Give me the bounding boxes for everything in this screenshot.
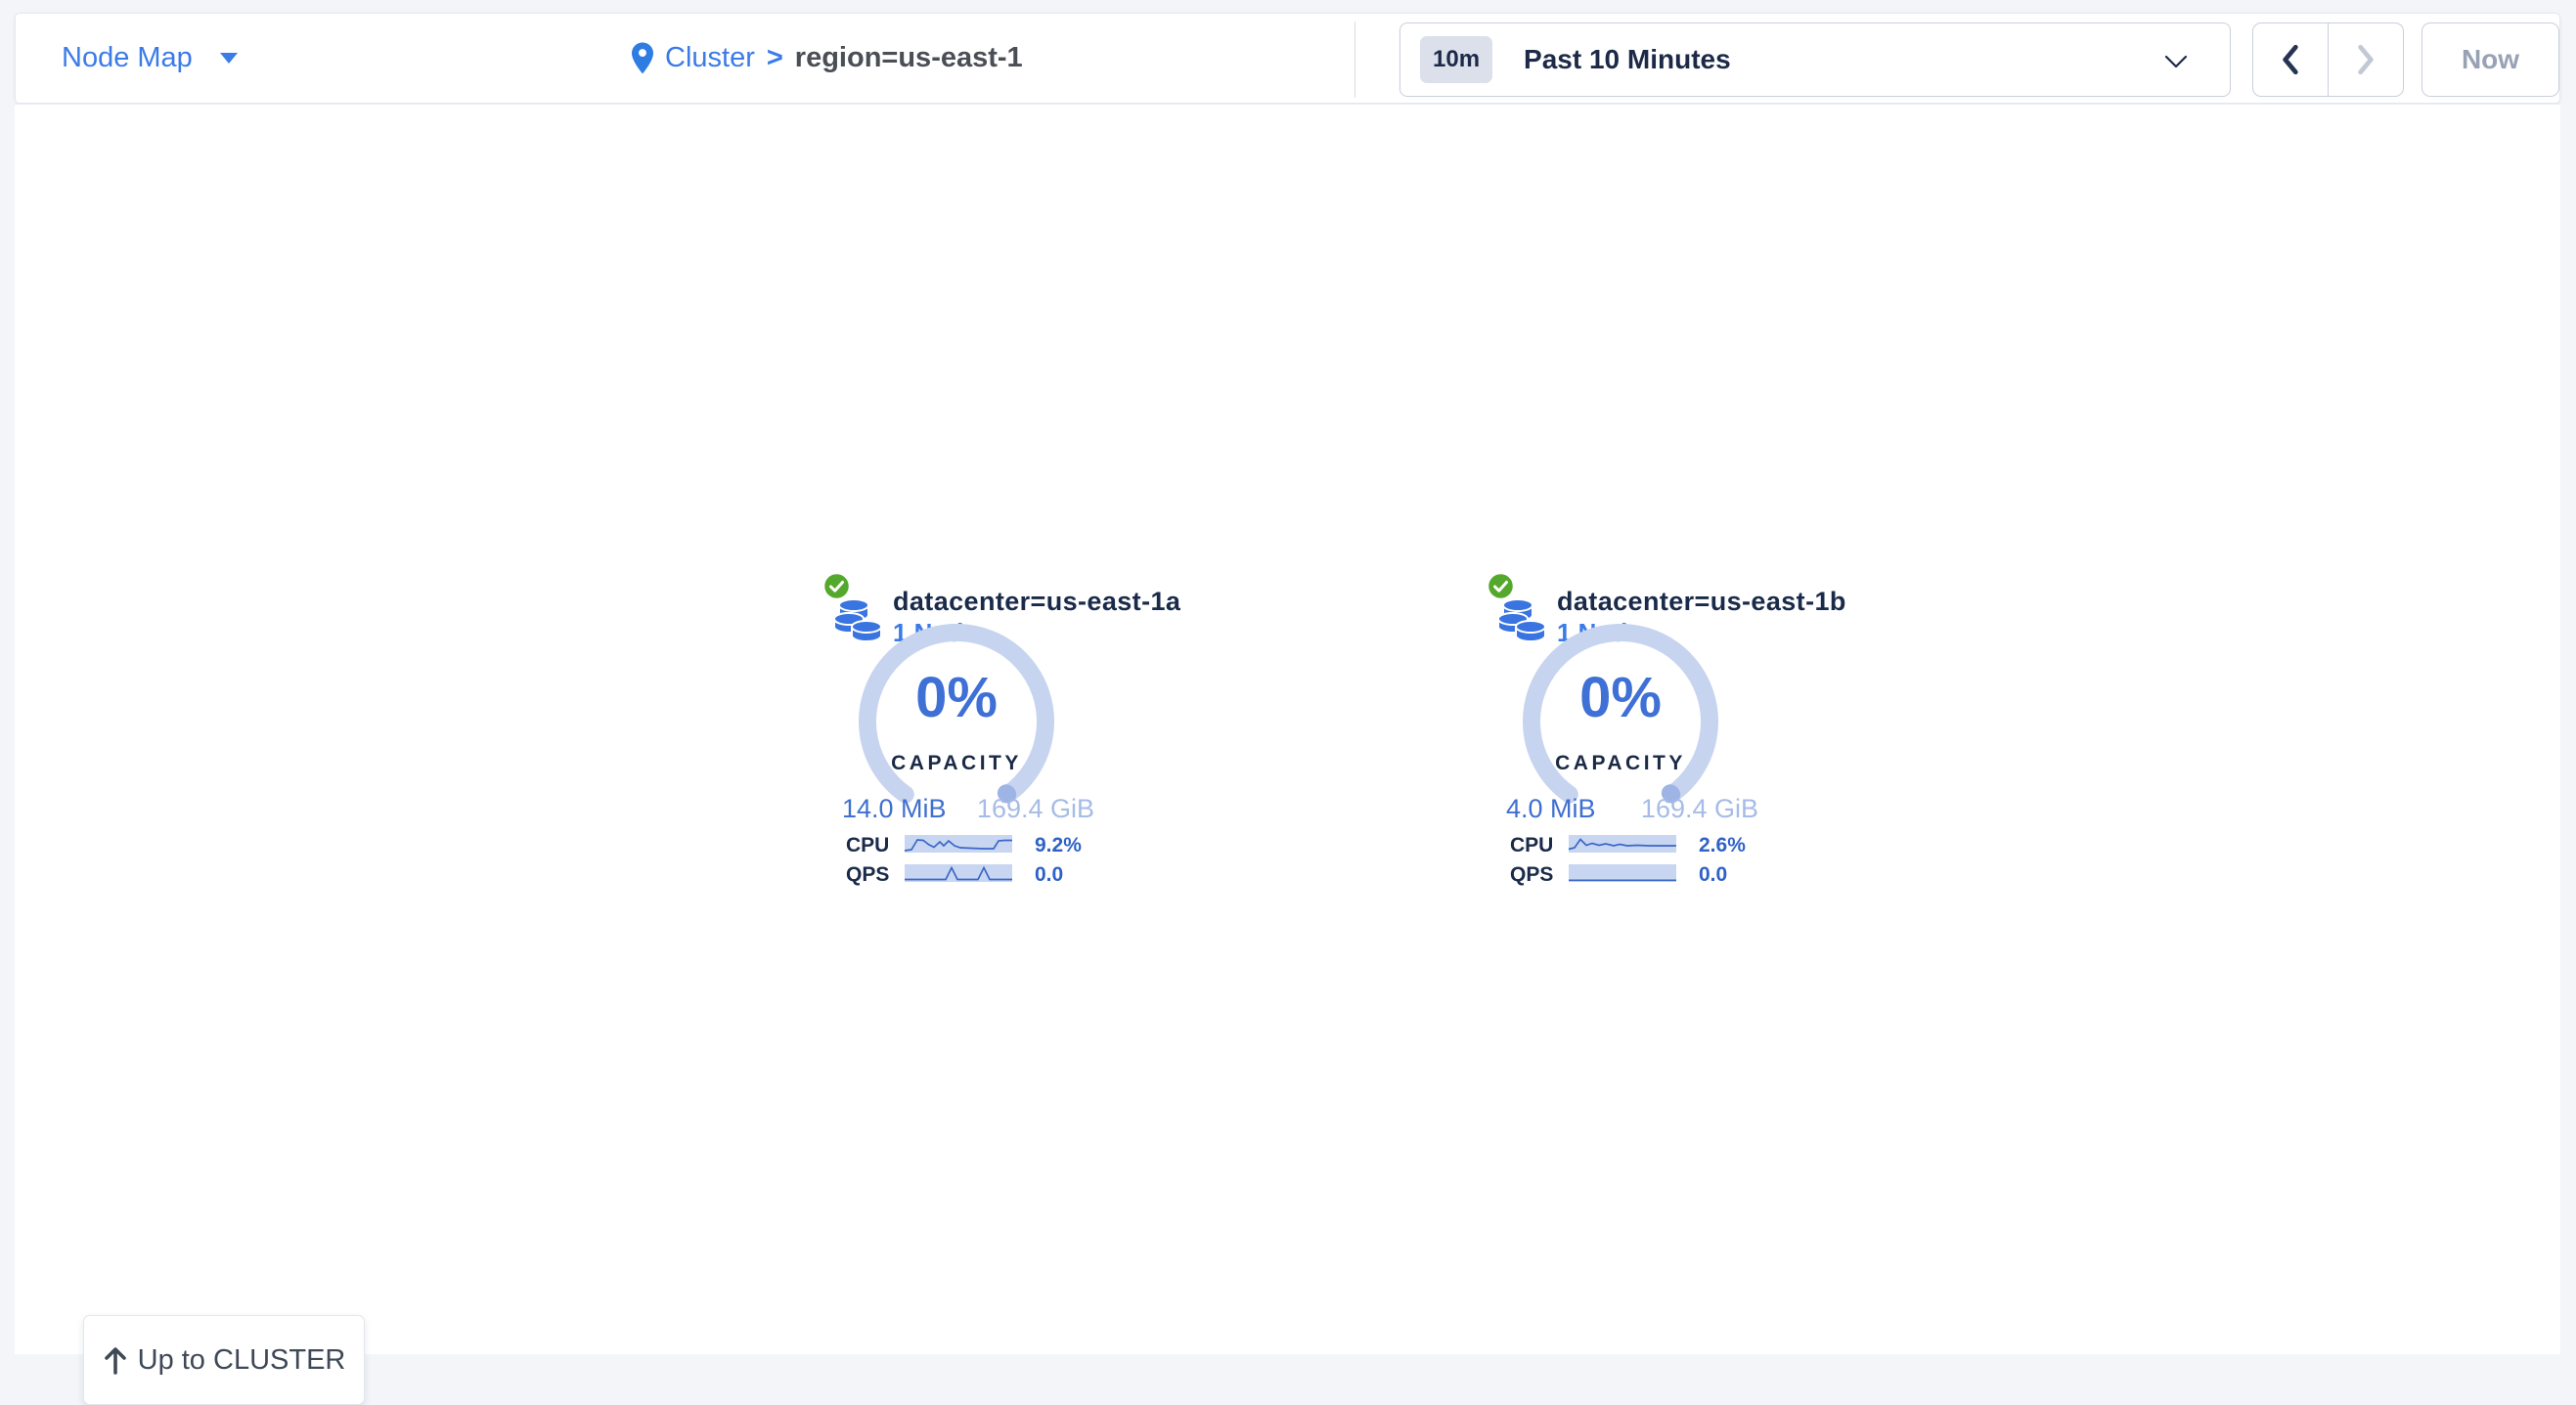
chevron-down-icon <box>2163 54 2189 69</box>
locality-name: datacenter=us-east-1b <box>1557 587 1846 617</box>
view-selector-dropdown[interactable]: Node Map <box>62 14 238 103</box>
breadcrumb-current-locality: region=us-east-1 <box>795 42 1023 74</box>
up-to-cluster-label: Up to CLUSTER <box>138 1344 346 1377</box>
node-map-canvas: datacenter=us-east-1a 1 Node 0% CAPACITY… <box>15 104 2560 1354</box>
qps-value: 0.0 <box>1035 863 1063 887</box>
capacity-values-row: 14.0 MiB 169.4 GiB <box>842 794 1094 824</box>
cpu-sparkline <box>1569 835 1676 853</box>
qps-sparkline <box>1569 864 1676 882</box>
cpu-sparkline <box>905 835 1012 853</box>
cpu-label: CPU <box>846 834 889 857</box>
locality-card-us-east-1b[interactable]: datacenter=us-east-1b 1 Node 0% CAPACITY… <box>1479 569 1762 897</box>
capacity-label: CAPACITY <box>1479 752 1762 775</box>
cpu-label: CPU <box>1510 834 1553 857</box>
cpu-value: 2.6% <box>1699 834 1746 857</box>
up-to-cluster-button[interactable]: Up to CLUSTER <box>83 1315 365 1405</box>
navbar: Node Map Cluster > region=us-east-1 10m … <box>15 13 2560 104</box>
qps-sparkline <box>905 864 1012 882</box>
now-button[interactable]: Now <box>2421 22 2559 97</box>
qps-label: QPS <box>1510 863 1553 887</box>
chevron-left-icon <box>2280 43 2301 76</box>
qps-value: 0.0 <box>1699 863 1727 887</box>
time-window-label: Past 10 Minutes <box>1524 44 1731 75</box>
chevron-right-icon <box>2355 43 2376 76</box>
capacity-used-percent: 0% <box>1479 665 1762 730</box>
locality-card-us-east-1a[interactable]: datacenter=us-east-1a 1 Node 0% CAPACITY… <box>815 569 1098 897</box>
arrow-up-icon <box>103 1345 128 1375</box>
time-window-badge: 10m <box>1420 36 1492 83</box>
breadcrumb: Cluster > region=us-east-1 <box>632 14 1023 103</box>
locality-name: datacenter=us-east-1a <box>893 587 1180 617</box>
capacity-used-percent: 0% <box>815 665 1098 730</box>
node-map-page: Node Map Cluster > region=us-east-1 10m … <box>0 0 2576 1369</box>
capacity-label: CAPACITY <box>815 752 1098 775</box>
capacity-total-value: 169.4 GiB <box>1641 794 1758 824</box>
breadcrumb-separator: > <box>767 42 783 74</box>
qps-label: QPS <box>846 863 889 887</box>
capacity-values-row: 4.0 MiB 169.4 GiB <box>1506 794 1758 824</box>
time-forward-button[interactable] <box>2329 23 2403 96</box>
chevron-down-icon <box>220 53 238 64</box>
time-back-button[interactable] <box>2253 23 2329 96</box>
capacity-used-value: 14.0 MiB <box>842 794 947 824</box>
breadcrumb-cluster-link[interactable]: Cluster <box>665 42 755 74</box>
time-window-selector[interactable]: 10m Past 10 Minutes <box>1399 22 2231 97</box>
cpu-value: 9.2% <box>1035 834 1082 857</box>
capacity-used-value: 4.0 MiB <box>1506 794 1596 824</box>
map-pin-icon <box>632 42 653 75</box>
capacity-total-value: 169.4 GiB <box>977 794 1094 824</box>
view-selector-label: Node Map <box>62 42 193 74</box>
time-pager <box>2252 22 2404 97</box>
